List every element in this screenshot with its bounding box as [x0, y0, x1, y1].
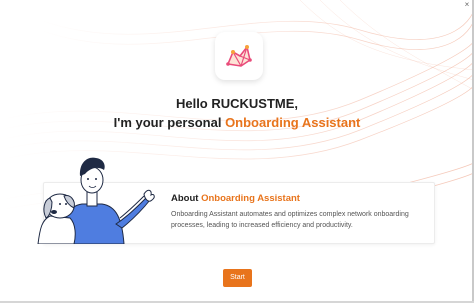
- about-title-name: Onboarding Assistant: [201, 193, 300, 204]
- assistant-intro-prefix: I'm your personal: [113, 115, 226, 130]
- person-with-dog-illustration: [37, 157, 155, 244]
- about-title: About Onboarding Assistant: [171, 193, 300, 205]
- about-description: Onboarding Assistant automates and optim…: [171, 211, 409, 229]
- onboarding-assistant-icon: [215, 32, 263, 80]
- close-icon[interactable]: ×: [463, 1, 471, 9]
- start-button[interactable]: Start: [223, 269, 252, 287]
- greeting-title: Hello RUCKUSTME,: [175, 96, 299, 111]
- assistant-intro: I'm your personal Onboarding Assistant: [0, 115, 474, 131]
- about-title-prefix: About: [171, 193, 202, 204]
- assistant-name: Onboarding Assistant: [225, 115, 361, 130]
